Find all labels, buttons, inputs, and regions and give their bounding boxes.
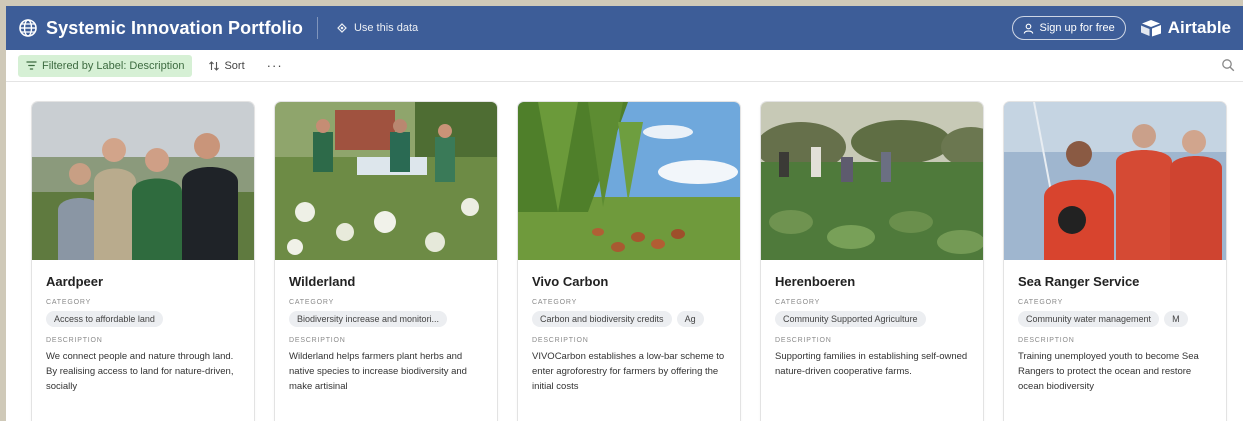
app-window: Systemic Innovation Portfolio Use this d… [6, 6, 1243, 421]
gallery-card[interactable]: Wilderland CATEGORY Biodiversity increas… [275, 102, 497, 421]
description-label: DESCRIPTION [46, 337, 103, 344]
card-description: Wilderland helps farmers plant herbs and… [289, 351, 467, 392]
card-title: Herenboeren [775, 274, 856, 289]
card-description: Training unemployed youth to become Sea … [1018, 351, 1199, 392]
copy-icon [336, 22, 348, 34]
gallery-card[interactable]: Aardpeer CATEGORY Access to affordable l… [32, 102, 254, 421]
category-chip: Biodiversity increase and monitori... [289, 311, 448, 327]
filter-button[interactable]: Filtered by Label: Description [18, 54, 193, 77]
card-title: Vivo Carbon [532, 274, 609, 289]
category-chip: Carbon and biodiversity credits [532, 311, 672, 327]
description-label: DESCRIPTION [289, 337, 346, 344]
brand-logo[interactable]: Airtable [1140, 18, 1231, 38]
category-chip: Ag [676, 311, 704, 327]
sort-button[interactable]: Sort [208, 59, 245, 72]
title-divider [316, 17, 318, 39]
person-icon [1023, 23, 1034, 34]
card-image [761, 102, 983, 260]
category-chip: Access to affordable land [46, 311, 163, 327]
category-chips: Access to affordable land [46, 311, 240, 327]
card-description: VIVOCarbon establishes a low-bar scheme … [532, 351, 725, 392]
card-image [275, 102, 497, 260]
category-chips: Community Supported Agriculture [775, 311, 969, 327]
gallery-view: Aardpeer CATEGORY Access to affordable l… [6, 82, 1243, 421]
description-label: DESCRIPTION [532, 337, 589, 344]
card-title: Wilderland [289, 274, 356, 289]
more-options-button[interactable]: ··· [267, 59, 283, 72]
gallery-card[interactable]: Herenboeren CATEGORY Community Supported… [761, 102, 983, 421]
use-data-label: Use this data [353, 22, 419, 34]
signup-button[interactable]: Sign up for free [1012, 16, 1126, 40]
card-image [32, 102, 254, 260]
gallery-card[interactable]: Vivo Carbon CATEGORY Carbon and biodiver… [518, 102, 740, 421]
card-image [518, 102, 740, 260]
card-title: Sea Ranger Service [1018, 274, 1140, 289]
use-data-button[interactable]: Use this data [336, 22, 418, 34]
category-chip: Community water management [1018, 311, 1160, 327]
globe-icon [18, 18, 38, 38]
sort-icon [208, 60, 220, 72]
category-chip: M [1164, 311, 1188, 327]
card-description: Supporting families in establishing self… [775, 351, 968, 377]
filter-icon [26, 60, 37, 71]
page-title: Systemic Innovation Portfolio [46, 17, 303, 38]
search-icon[interactable] [1221, 58, 1235, 72]
description-label: DESCRIPTION [1018, 337, 1075, 344]
description-label: DESCRIPTION [775, 337, 832, 344]
category-label: CATEGORY [775, 299, 821, 306]
category-label: CATEGORY [289, 299, 335, 306]
filter-label: Filtered by Label: Description [42, 59, 185, 72]
view-toolbar: Filtered by Label: Description Sort ··· [6, 50, 1243, 82]
gallery-card[interactable]: Sea Ranger Service CATEGORY Community wa… [1004, 102, 1226, 421]
category-chips: Carbon and biodiversity credits Ag [532, 311, 726, 327]
card-description: We connect people and nature through lan… [46, 351, 234, 392]
card-image [1004, 102, 1226, 260]
category-label: CATEGORY [46, 299, 92, 306]
top-bar: Systemic Innovation Portfolio Use this d… [6, 6, 1243, 50]
category-chips: Biodiversity increase and monitori... [289, 311, 483, 327]
category-chip: Community Supported Agriculture [775, 311, 926, 327]
category-label: CATEGORY [532, 299, 578, 306]
category-chips: Community water management M [1018, 311, 1212, 327]
brand-name: Airtable [1167, 18, 1231, 37]
airtable-logo-icon [1140, 19, 1162, 37]
category-label: CATEGORY [1018, 299, 1064, 306]
card-title: Aardpeer [46, 274, 104, 289]
sort-label: Sort [224, 59, 245, 72]
signup-label: Sign up for free [1039, 22, 1115, 34]
